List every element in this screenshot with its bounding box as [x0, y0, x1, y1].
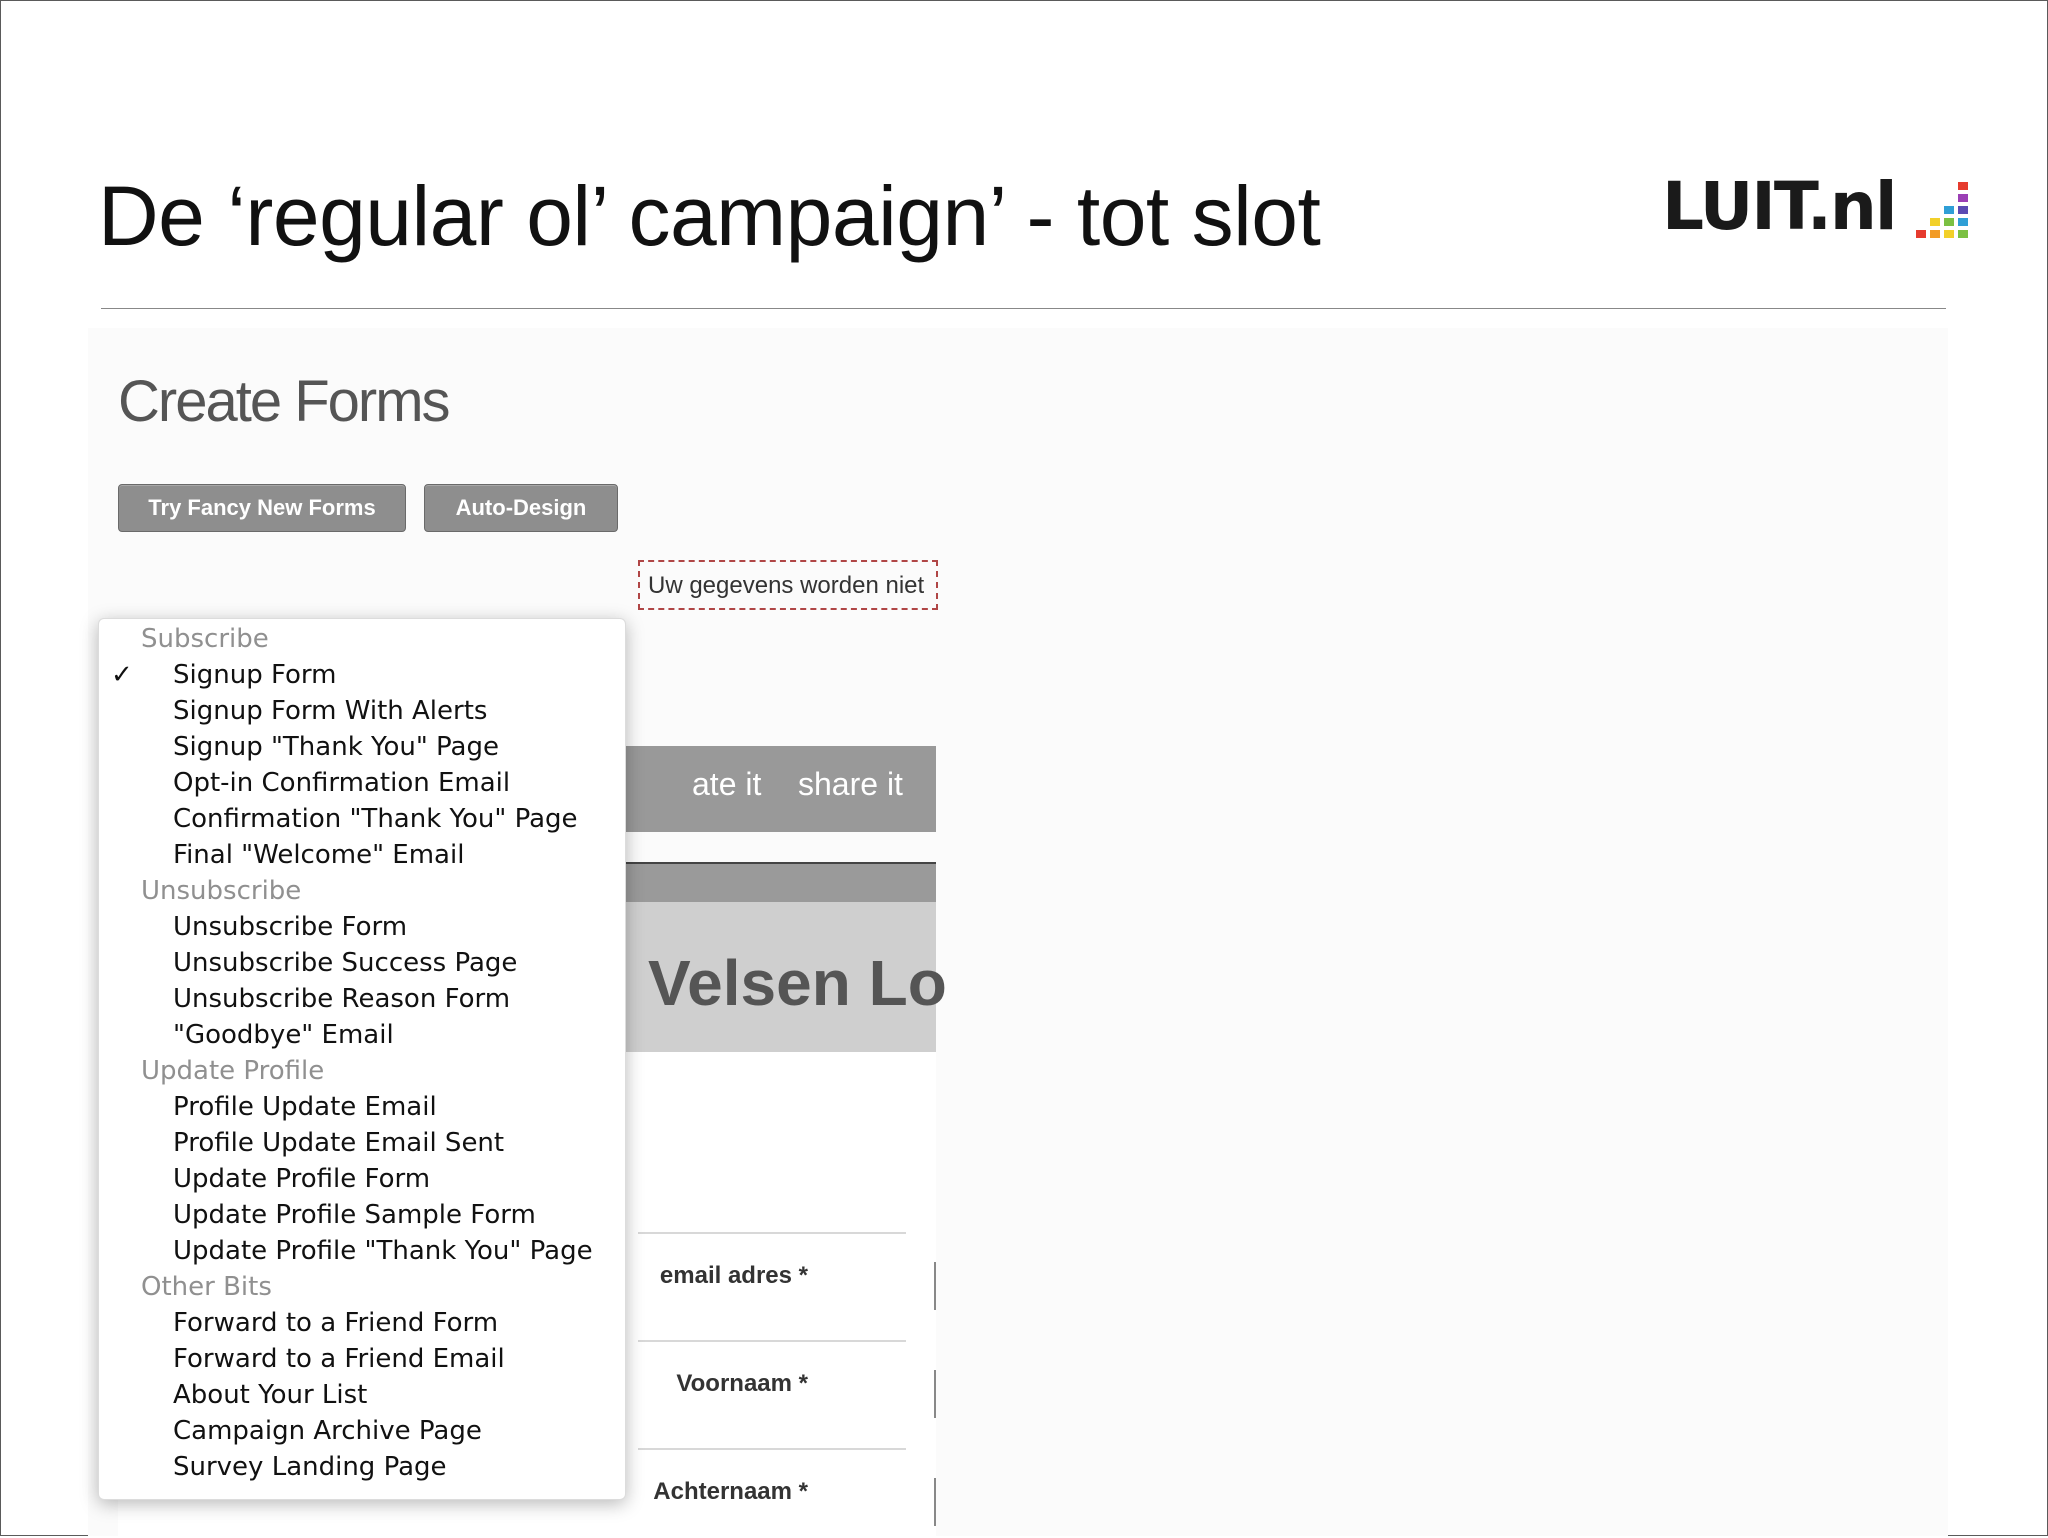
menu-item[interactable]: Unsubscribe Reason Form [173, 981, 615, 1017]
menu-item[interactable]: Confirmation "Thank You" Page [173, 801, 615, 837]
menu-item-label: Campaign Archive Page [173, 1416, 482, 1446]
menu-item[interactable]: Final "Welcome" Email [173, 837, 615, 873]
menu-group-header: Unsubscribe [141, 876, 302, 906]
menu-item-label: Opt-in Confirmation Email [173, 768, 511, 798]
menu-item-label: Profile Update Email Sent [173, 1128, 505, 1158]
menu-item[interactable]: Update Profile "Thank You" Page [173, 1233, 615, 1269]
menu-item-label: Signup Form With Alerts [173, 696, 488, 726]
lastname-field[interactable] [934, 1478, 936, 1526]
menu-item[interactable]: Opt-in Confirmation Email [173, 765, 615, 801]
menu-item[interactable]: Profile Update Email [173, 1089, 615, 1125]
field-divider [638, 1340, 906, 1342]
menu-item[interactable]: Update Profile Form [173, 1161, 615, 1197]
menu-item[interactable]: Forward to a Friend Email [173, 1341, 615, 1377]
menu-item-label: Update Profile Sample Form [173, 1200, 536, 1230]
menu-item-label: Signup Form [173, 660, 337, 690]
menu-item[interactable]: Signup "Thank You" Page [173, 729, 615, 765]
menu-item[interactable]: About Your List [173, 1377, 615, 1413]
menu-item-label: Update Profile Form [173, 1164, 431, 1194]
form-type-dropdown-menu[interactable]: Subscribe ✓ Signup Form Signup Form With Al… [98, 618, 626, 1500]
title-divider [101, 308, 1946, 309]
menu-item-label: Unsubscribe Reason Form [173, 984, 511, 1014]
menu-item-label: Update Profile "Thank You" Page [173, 1236, 593, 1266]
menu-item[interactable]: "Goodbye" Email [173, 1017, 615, 1053]
menu-group-header: Other Bits [141, 1272, 272, 1302]
menu-group-header: Update Profile [141, 1056, 325, 1086]
menu-item-label: "Goodbye" Email [173, 1020, 394, 1050]
logo-wordmark: LUIT.nl [1662, 168, 1898, 245]
menu-item-label: Profile Update Email [173, 1092, 437, 1122]
equalizer-icon [1916, 182, 1968, 238]
menu-item[interactable]: Unsubscribe Success Page [173, 945, 615, 981]
field-divider [638, 1448, 906, 1450]
menu-item-label: Forward to a Friend Form [173, 1308, 499, 1338]
email-field[interactable] [934, 1262, 936, 1310]
menu-item-label: Signup "Thank You" Page [173, 732, 499, 762]
checkmark-icon: ✓ [111, 660, 133, 690]
menu-item[interactable]: Unsubscribe Form [173, 909, 615, 945]
menu-item[interactable]: Update Profile Sample Form [173, 1197, 615, 1233]
tab-share[interactable]: share it [798, 766, 903, 803]
menu-item-label: Unsubscribe Form [173, 912, 408, 942]
tab-create[interactable]: ate it [692, 766, 761, 803]
menu-item[interactable]: Forward to a Friend Form [173, 1305, 615, 1341]
firstname-field[interactable] [934, 1370, 936, 1418]
auto-design-button[interactable]: Auto-Design [424, 484, 618, 532]
menu-item-label: Final "Welcome" Email [173, 840, 465, 870]
luit-logo: LUIT.nl [1662, 168, 1982, 246]
page-heading: Create Forms [118, 369, 451, 434]
menu-item-label: About Your List [173, 1380, 368, 1410]
lastname-label: Achternaam * [653, 1478, 808, 1505]
firstname-label: Voornaam * [676, 1370, 808, 1397]
menu-item[interactable]: Profile Update Email Sent [173, 1125, 615, 1161]
email-label: email adres * [659, 1262, 808, 1289]
menu-item-label: Survey Landing Page [173, 1452, 447, 1482]
menu-item[interactable]: Campaign Archive Page [173, 1413, 615, 1449]
slide-title: De ‘regular ol’ campaign’ - tot slot [98, 169, 1321, 263]
menu-item-label: Confirmation "Thank You" Page [173, 804, 578, 834]
menu-item[interactable]: Survey Landing Page [173, 1449, 615, 1485]
menu-group-header: Subscribe [141, 624, 269, 654]
header-title: Velsen Lo [648, 947, 947, 1019]
menu-item[interactable]: Signup Form With Alerts [173, 693, 615, 729]
menu-item-label: Unsubscribe Success Page [173, 948, 518, 978]
menu-item[interactable]: ✓ Signup Form [111, 657, 615, 693]
menu-item-label: Forward to a Friend Email [173, 1344, 505, 1374]
field-divider [638, 1232, 906, 1234]
try-fancy-new-forms-button[interactable]: Try Fancy New Forms [118, 484, 406, 532]
privacy-notice: Uw gegevens worden niet [638, 560, 938, 610]
